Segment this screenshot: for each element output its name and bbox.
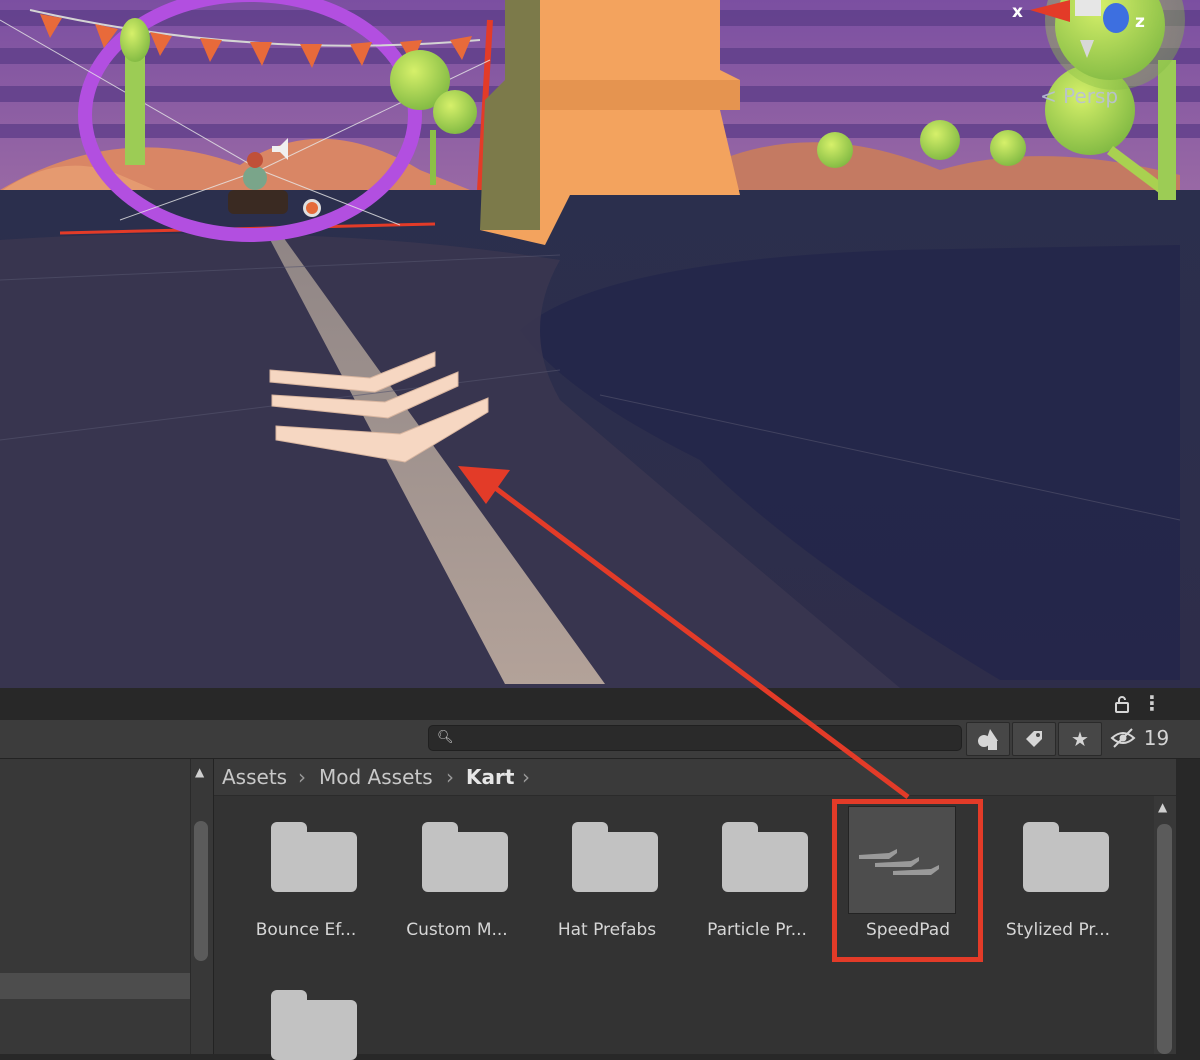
hidden-packages-toggle[interactable]: 19 [1110, 722, 1174, 754]
hidden-count-value: 19 [1143, 726, 1170, 750]
folder-icon [572, 822, 658, 892]
search-input[interactable]: 🔍︎ [428, 725, 962, 751]
speedpad-highlight-box [832, 799, 983, 962]
search-by-type-icon [978, 729, 998, 750]
chevron-right-icon: › [446, 765, 454, 789]
folder-icon [422, 822, 508, 892]
asset-grid: Bounce Ef... Custom M... Hat Prefabs Par… [214, 796, 1154, 1060]
folder-tree[interactable] [0, 759, 190, 1054]
chevron-right-icon: › [298, 765, 306, 789]
panel-edge [1176, 759, 1200, 1054]
search-icon: 🔍︎ [437, 730, 454, 745]
favorites-button[interactable]: ★ [1058, 722, 1102, 756]
project-panel: ⋮ 🔍︎ ★ 19 ▲ Assets › Mod Assets › Kart ›… [0, 688, 1200, 1060]
folder-tree-scroll-thumb[interactable] [194, 821, 208, 961]
breadcrumb-item-mod-assets[interactable]: Mod Assets [319, 759, 433, 795]
hidden-packages-eye-icon [1110, 728, 1142, 750]
asset-label: Custom M... [406, 920, 508, 940]
asset-label: Bounce Ef... [255, 920, 357, 940]
more-options-icon[interactable]: ⋮ [1142, 692, 1162, 714]
gizmo-x-label[interactable]: x [1012, 2, 1023, 22]
lock-icon[interactable] [1112, 694, 1132, 714]
asset-label: Particle Pr... [707, 920, 807, 940]
asset-grid-scrollbar[interactable]: ▲ [1154, 796, 1176, 1054]
asset-label: Hat Prefabs [557, 920, 657, 940]
gizmo-z-label[interactable]: z [1135, 12, 1145, 32]
panel-tab-bar: ⋮ [0, 688, 1200, 720]
search-by-label-icon [1026, 731, 1042, 747]
folder-tree-selected-row[interactable] [0, 973, 190, 999]
folder-icon [1023, 822, 1109, 892]
folder-icon [722, 822, 808, 892]
perspective-toggle[interactable]: < Persp [1040, 84, 1118, 108]
search-by-label-button[interactable] [1012, 722, 1056, 756]
chevron-right-icon: › [522, 765, 530, 789]
asset-grid-scroll-thumb[interactable] [1157, 824, 1172, 1054]
search-by-type-button[interactable] [966, 722, 1010, 756]
scene-render [0, 0, 1200, 688]
favorites-star-icon: ★ [1071, 727, 1089, 751]
scene-view[interactable]: x z < Persp [0, 0, 1200, 688]
breadcrumb: Assets › Mod Assets › Kart › [214, 759, 1200, 796]
folder-icon [271, 990, 357, 1060]
breadcrumb-item-assets[interactable]: Assets [222, 759, 287, 795]
folder-tree-scrollbar[interactable]: ▲ [190, 759, 214, 1054]
scroll-up-icon[interactable]: ▲ [1158, 800, 1167, 814]
folder-icon [271, 822, 357, 892]
scroll-up-icon[interactable]: ▲ [195, 765, 204, 779]
project-toolbar: 🔍︎ ★ 19 [0, 720, 1200, 759]
breadcrumb-item-kart[interactable]: Kart [466, 759, 514, 795]
asset-label: Stylized Pr... [1005, 920, 1111, 940]
